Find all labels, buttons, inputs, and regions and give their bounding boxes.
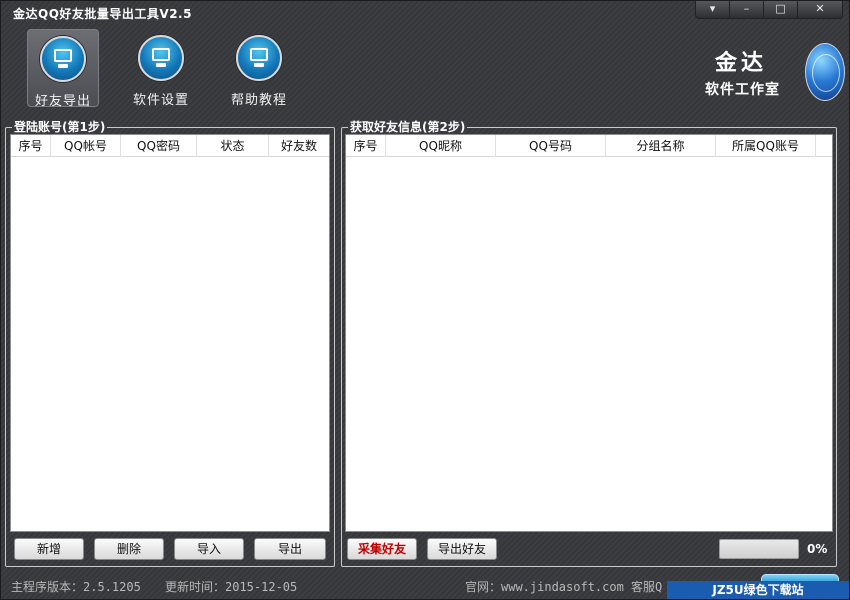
delete-account-button[interactable]: 删除 (94, 538, 164, 560)
website-link[interactable]: 官网：www.jindasoft.com 客服Q (465, 578, 662, 595)
column-header[interactable]: 分组名称 (606, 135, 716, 157)
monitor-icon (236, 35, 282, 81)
login-accounts-list[interactable]: 序号 QQ帐号 QQ密码 状态 好友数 (10, 134, 330, 532)
main-toolbar: 好友导出 软件设置 帮助教程 金达 软件工作室 (1, 25, 849, 109)
add-account-button[interactable]: 新增 (14, 538, 84, 560)
column-header[interactable]: 序号 (346, 135, 386, 157)
minimize-icon[interactable]: – (730, 1, 764, 18)
logo-name: 金达 (715, 51, 768, 76)
list-header: 序号 QQ昵称 QQ号码 分组名称 所属QQ账号 (346, 135, 832, 157)
collect-friends-button[interactable]: 采集好友 (347, 538, 417, 560)
tab-label: 帮助教程 (230, 93, 287, 108)
tab-friend-export[interactable]: 好友导出 (27, 29, 99, 109)
collect-progress-bar (719, 539, 799, 559)
column-header[interactable]: 好友数 (269, 135, 329, 157)
title-bar: 金达QQ好友批量导出工具V2.5 ▾ – □ ✕ (1, 1, 849, 25)
globe-icon (805, 43, 845, 101)
menu-dropdown-icon[interactable]: ▾ (696, 1, 730, 18)
window-controls: ▾ – □ ✕ (695, 1, 843, 19)
logo-subtitle: 软件工作室 (705, 82, 780, 98)
watermark-banner: JZ5U绿色下载站 www.jz5u.com (667, 581, 849, 599)
tab-help-tutorial[interactable]: 帮助教程 (223, 29, 295, 108)
column-header[interactable]: QQ帐号 (51, 135, 121, 157)
monitor-icon (138, 35, 184, 81)
progress-percent: 0% (807, 542, 828, 556)
tab-label: 好友导出 (34, 94, 91, 109)
login-group-title: 登陆账号(第1步) (12, 120, 108, 134)
brand-logo: 金达 软件工作室 (705, 41, 845, 107)
column-header[interactable]: QQ号码 (496, 135, 606, 157)
column-header[interactable]: QQ密码 (121, 135, 197, 157)
export-accounts-button[interactable]: 导出 (254, 538, 326, 560)
update-time-text: 更新时间：2015-12-05 (165, 580, 298, 594)
friend-info-list[interactable]: 序号 QQ昵称 QQ号码 分组名称 所属QQ账号 (345, 134, 833, 532)
column-header[interactable]: QQ昵称 (386, 135, 496, 157)
close-icon[interactable]: ✕ (798, 1, 842, 18)
app-window: 金达QQ好友批量导出工具V2.5 ▾ – □ ✕ 好友导出 软件设置 帮助教程 … (0, 0, 850, 600)
import-accounts-button[interactable]: 导入 (174, 538, 244, 560)
tab-label: 软件设置 (132, 93, 189, 108)
list-header: 序号 QQ帐号 QQ密码 状态 好友数 (11, 135, 329, 157)
column-header[interactable]: 序号 (11, 135, 51, 157)
column-header[interactable]: 状态 (197, 135, 269, 157)
export-friends-button[interactable]: 导出好友 (427, 538, 497, 560)
tab-software-settings[interactable]: 软件设置 (125, 29, 197, 108)
maximize-icon[interactable]: □ (764, 1, 798, 18)
column-header[interactable]: 所属QQ账号 (716, 135, 816, 157)
friend-group-title: 获取好友信息(第2步) (348, 120, 468, 134)
version-text: 主程序版本：2.5.1205 (11, 580, 141, 594)
monitor-icon (40, 36, 86, 82)
window-title: 金达QQ好友批量导出工具V2.5 (13, 7, 192, 21)
